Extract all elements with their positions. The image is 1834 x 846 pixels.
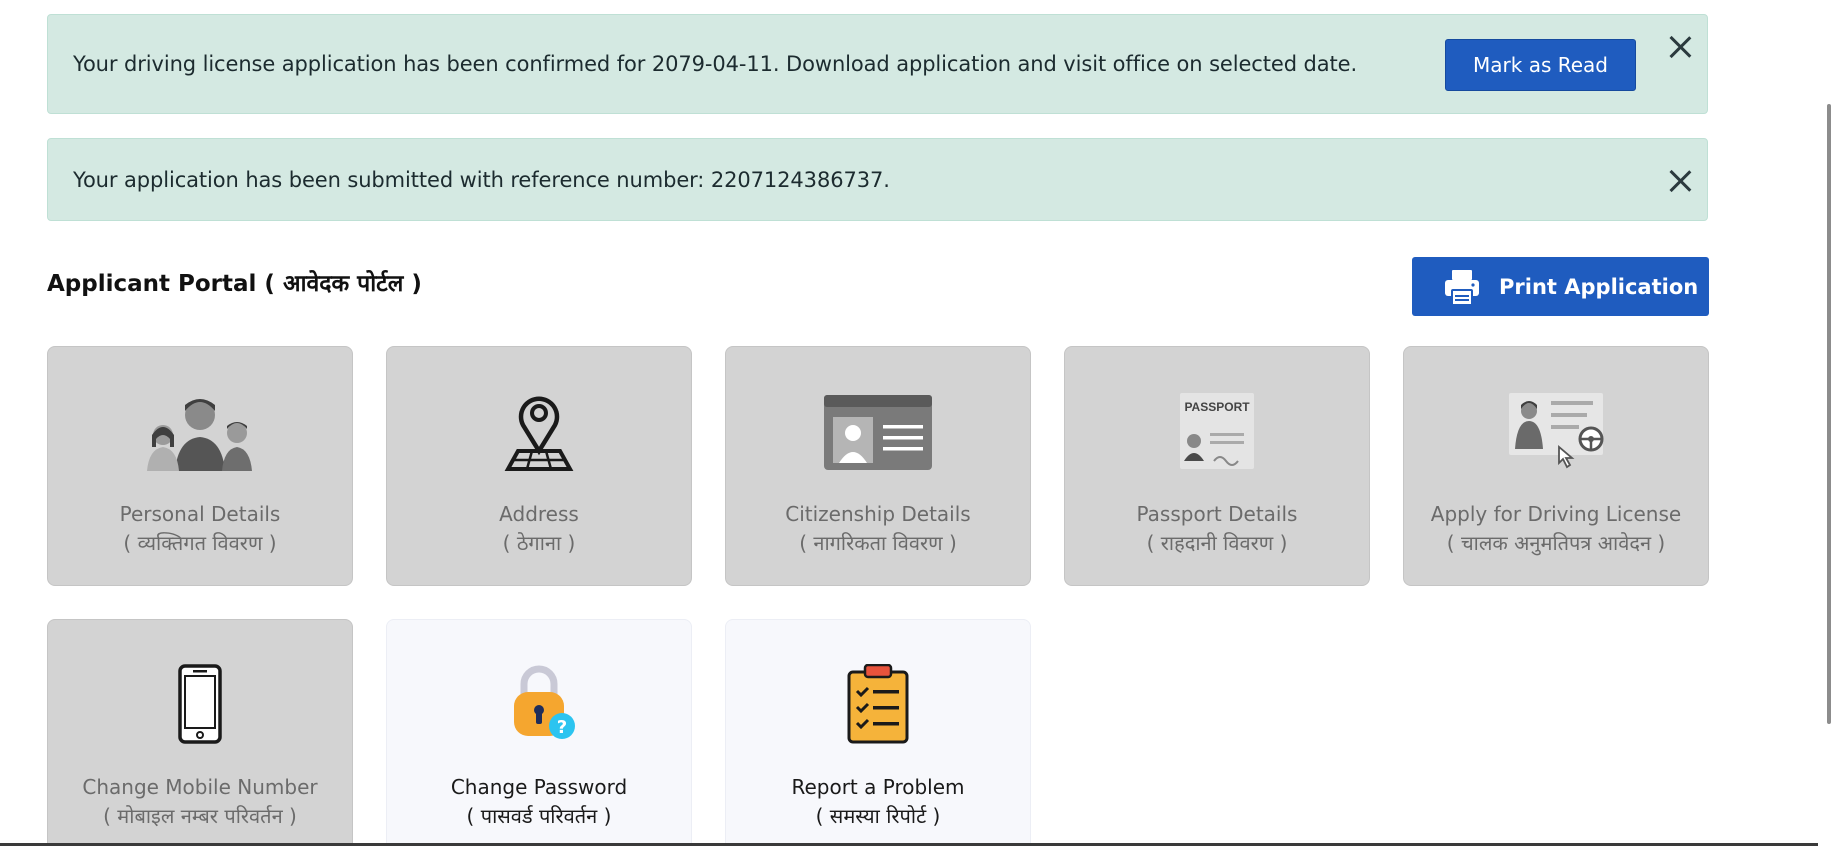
card-passport-details[interactable]: PASSPORT Passport Details ( राहदानी विवर… <box>1064 346 1370 586</box>
close-icon[interactable] <box>1667 168 1693 194</box>
close-icon[interactable] <box>1667 34 1693 60</box>
card-label: Change Password ( पासवर्ड परिवर्तन ) <box>450 775 628 828</box>
card-citizenship-details[interactable]: Citizenship Details ( नागरिकता विवरण ) <box>725 346 1031 586</box>
driving-license-icon <box>1509 393 1604 469</box>
card-label: Address ( ठेगाना ) <box>499 502 579 555</box>
card-label: Apply for Driving License ( चालक अनुमतिप… <box>1430 502 1682 555</box>
alert-message: Your application has been submitted with… <box>73 168 890 192</box>
card-label: Report a Problem ( समस्या रिपोर्ट ) <box>791 775 965 828</box>
card-label: Change Mobile Number ( मोबाइल नम्बर परिव… <box>82 775 318 828</box>
printer-icon <box>1445 269 1479 306</box>
license-confirmed-alert: Your driving license application has bee… <box>47 14 1708 114</box>
family-icon <box>147 399 252 471</box>
application-submitted-alert: Your application has been submitted with… <box>47 138 1708 221</box>
map-pin-icon <box>504 396 574 471</box>
card-label: Citizenship Details ( नागरिकता विवरण ) <box>785 502 971 555</box>
clipboard-checklist-icon <box>847 664 909 744</box>
card-apply-driving-license[interactable]: Apply for Driving License ( चालक अनुमतिप… <box>1403 346 1709 586</box>
card-personal-details[interactable]: Personal Details ( व्यक्तिगत विवरण ) <box>47 346 353 586</box>
card-label: Passport Details ( राहदानी विवरण ) <box>1136 502 1298 555</box>
id-card-icon <box>824 395 932 470</box>
print-application-label: Print Application <box>1499 274 1699 299</box>
svg-text:PASSPORT: PASSPORT <box>1184 400 1250 414</box>
mark-as-read-button[interactable]: Mark as Read <box>1445 39 1636 91</box>
card-report-a-problem[interactable]: Report a Problem ( समस्या रिपोर्ट ) <box>725 619 1031 846</box>
alert-message: Your driving license application has bee… <box>73 52 1358 76</box>
scrollbar-thumb[interactable] <box>1827 104 1831 724</box>
page-title: Applicant Portal ( आवेदक पोर्टल ) <box>47 271 422 297</box>
passport-icon: PASSPORT <box>1180 393 1254 469</box>
card-change-password[interactable]: ? Change Password ( पासवर्ड परिवर्तन ) <box>386 619 692 846</box>
card-address[interactable]: Address ( ठेगाना ) <box>386 346 692 586</box>
print-application-button[interactable]: Print Application <box>1412 257 1709 316</box>
mobile-phone-icon <box>178 664 222 744</box>
card-change-mobile-number[interactable]: Change Mobile Number ( मोबाइल नम्बर परिव… <box>47 619 353 846</box>
card-label: Personal Details ( व्यक्तिगत विवरण ) <box>119 502 281 555</box>
lock-question-icon: ? <box>514 665 575 739</box>
svg-text:?: ? <box>557 717 567 738</box>
scrollbar-track[interactable] <box>1818 0 1834 846</box>
